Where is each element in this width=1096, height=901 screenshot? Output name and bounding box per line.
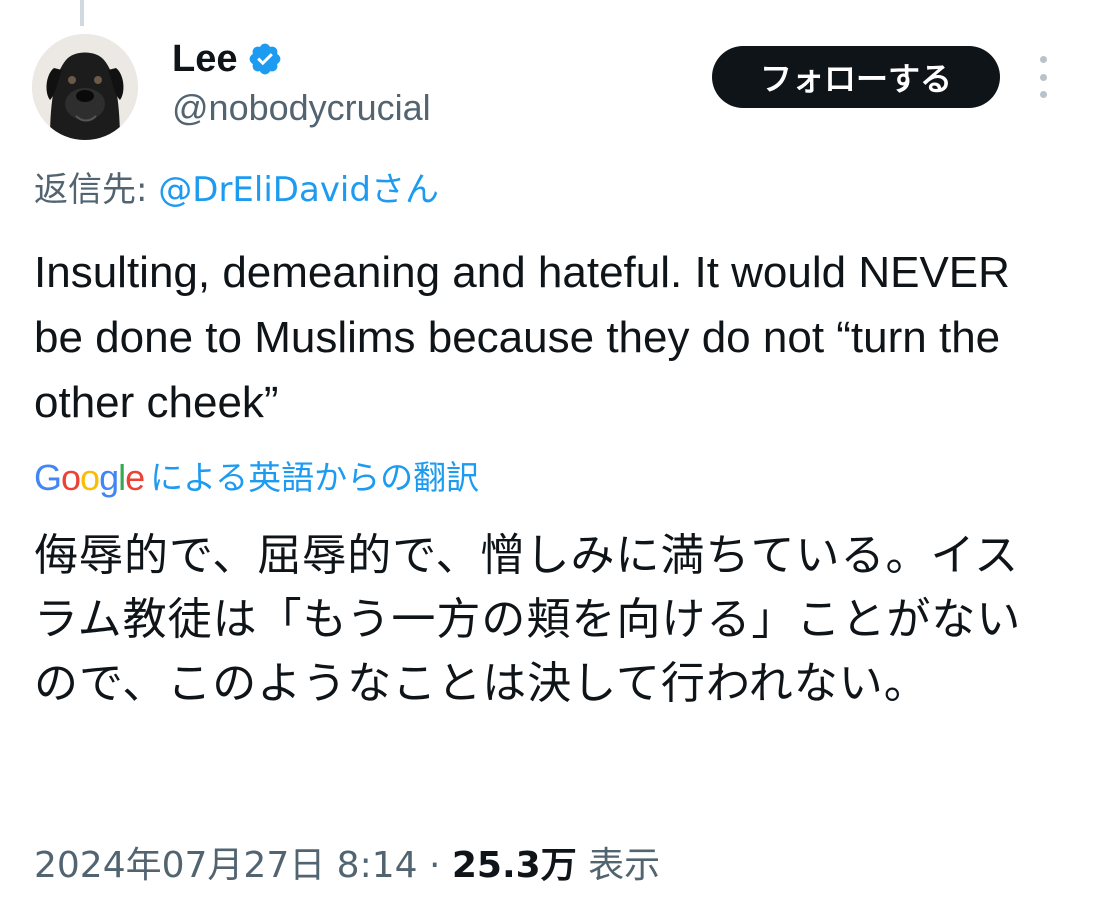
meta-separator: · [417,845,452,886]
translation-label-link[interactable]: による英語からの翻訳 [150,456,479,500]
views-count: 25.3万 [451,845,577,886]
verified-badge-icon [250,43,281,75]
more-dot [1039,73,1047,81]
reply-to-prefix: 返信先: [34,170,159,210]
tweet-meta: 2024年07月27日 8:14 · 25.3万 表示 [34,842,660,890]
thread-connector-line [80,0,84,26]
dog-avatar-icon [32,34,138,140]
tweet-text: Insulting, demeaning and hateful. It wou… [34,248,1010,427]
avatar[interactable] [32,34,138,140]
translation-attribution: Google による英語からの翻訳 [34,456,479,500]
reply-to-mention-link[interactable]: @DrEliDavidさん [158,170,439,210]
translated-tweet-text: 侮辱的で、屈辱的で、憎しみに満ちている。イスラム教徒は「もう一方の頬を向ける」こ… [34,530,1022,709]
google-logo: Google [34,457,145,498]
author-name-row[interactable]: Lee [172,36,283,82]
more-dot [1039,56,1047,63]
views-label: 表示 [576,845,661,886]
tweet-timestamp[interactable]: 2024年07月27日 8:14 [34,845,418,886]
follow-button[interactable]: フォローする [712,46,1000,108]
author-display-name[interactable]: Lee [172,36,237,82]
more-vertical-icon[interactable] [1024,56,1062,98]
author-handle[interactable]: @nobodycrucial [172,86,431,130]
more-dot [1039,91,1047,98]
reply-to-line: 返信先: @DrEliDavidさん [34,168,439,212]
